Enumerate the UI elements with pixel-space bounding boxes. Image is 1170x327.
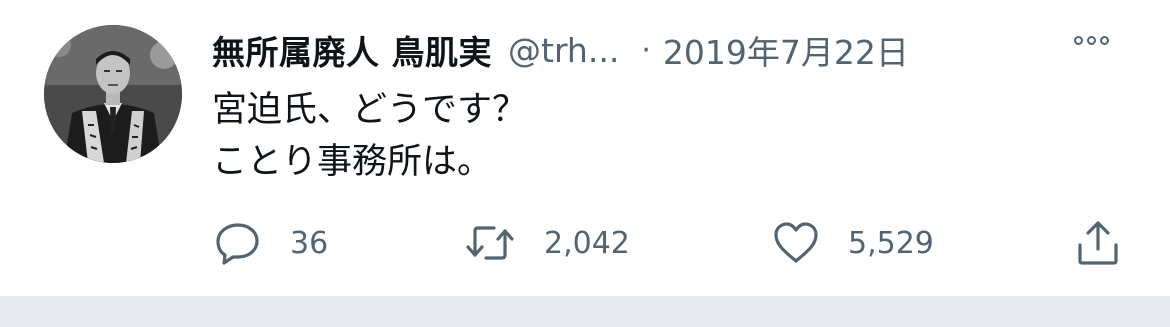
heart-icon <box>774 222 818 263</box>
more-options-icon[interactable] <box>1074 36 1109 45</box>
more-dot <box>1087 36 1096 45</box>
more-dot <box>1100 36 1109 45</box>
reply-button[interactable]: 36 <box>214 216 328 270</box>
tweet-actions: 36 2,042 5,529 <box>0 216 1170 270</box>
reply-count: 36 <box>290 225 329 261</box>
tweet-date[interactable]: 2019年7月22日 <box>663 26 909 74</box>
more-dot <box>1074 36 1083 45</box>
like-button[interactable]: 5,529 <box>772 216 934 270</box>
avatar-photo <box>44 25 182 163</box>
user-handle[interactable]: @trh... <box>508 31 619 70</box>
like-count: 5,529 <box>848 225 934 261</box>
retweet-icon <box>466 226 514 260</box>
retweet-button[interactable]: 2,042 <box>464 216 630 270</box>
separator-dot: · <box>641 32 651 68</box>
tweet-header: 無所属廃人 鳥肌実 @trh... · 2019年7月22日 <box>212 22 909 78</box>
display-name[interactable]: 無所属廃人 鳥肌実 <box>212 26 492 74</box>
reply-bubble-icon <box>216 223 259 265</box>
share-upload-icon <box>1078 221 1118 265</box>
tweet-text-line: ことり事務所は。 <box>212 142 493 182</box>
retweet-count: 2,042 <box>544 225 630 261</box>
footer-divider-bar <box>0 296 1170 327</box>
tweet-text-line: 宮迫氏、どうです？ <box>212 90 528 130</box>
avatar[interactable] <box>44 25 182 163</box>
tweet[interactable]: 無所属廃人 鳥肌実 @trh... · 2019年7月22日 宮迫氏、どうです？… <box>0 0 1170 296</box>
share-button[interactable] <box>1074 216 1122 270</box>
tweet-text: 宮迫氏、どうです？ ことり事務所は。 <box>212 84 527 188</box>
